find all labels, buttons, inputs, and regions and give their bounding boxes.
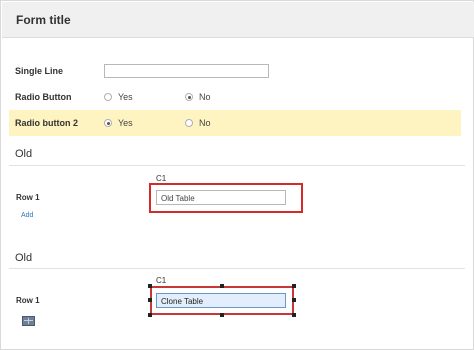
column-header: C1 [156,174,167,183]
resize-handle[interactable] [292,313,296,317]
table-icon[interactable] [22,316,35,326]
radio-selected-icon [185,93,193,101]
radio2-no-label: No [199,118,211,128]
resize-handle[interactable] [220,313,224,317]
old-table-cell-input[interactable]: Old Table [156,190,286,205]
radio-selected-icon [104,119,112,127]
radio-circle-icon [185,119,193,127]
resize-handle[interactable] [292,284,296,288]
single-line-label: Single Line [15,66,64,76]
resize-handle[interactable] [220,284,224,288]
radio1-option-yes[interactable]: Yes [104,92,133,102]
radio1-option-no[interactable]: No [185,92,211,102]
form-header: Form title [2,2,474,38]
add-row-link[interactable]: Add [21,212,33,219]
single-line-input[interactable] [104,64,269,78]
form-frame: Form title Single Line Radio Button Yes … [0,0,474,350]
resize-handle[interactable] [148,298,152,302]
radio-circle-icon [104,93,112,101]
row-label: Row 1 [16,296,40,305]
resize-handle[interactable] [292,298,296,302]
form-title: Form title [16,13,71,27]
clone-table-cell-input[interactable]: Clone Table [156,293,286,308]
radio2-option-no[interactable]: No [185,118,211,128]
radio1-yes-label: Yes [118,92,133,102]
section-divider [9,165,465,166]
resize-handle[interactable] [148,284,152,288]
radio2-yes-label: Yes [118,118,133,128]
radio-button-2-label: Radio button 2 [15,118,78,128]
section-title: Old [15,148,33,160]
radio1-no-label: No [199,92,211,102]
row-label: Row 1 [16,193,40,202]
section-divider [9,268,465,269]
radio-button-label: Radio Button [15,92,72,102]
section-title: Old [15,252,33,264]
resize-handle[interactable] [148,313,152,317]
column-header: C1 [156,276,167,285]
radio2-option-yes[interactable]: Yes [104,118,133,128]
